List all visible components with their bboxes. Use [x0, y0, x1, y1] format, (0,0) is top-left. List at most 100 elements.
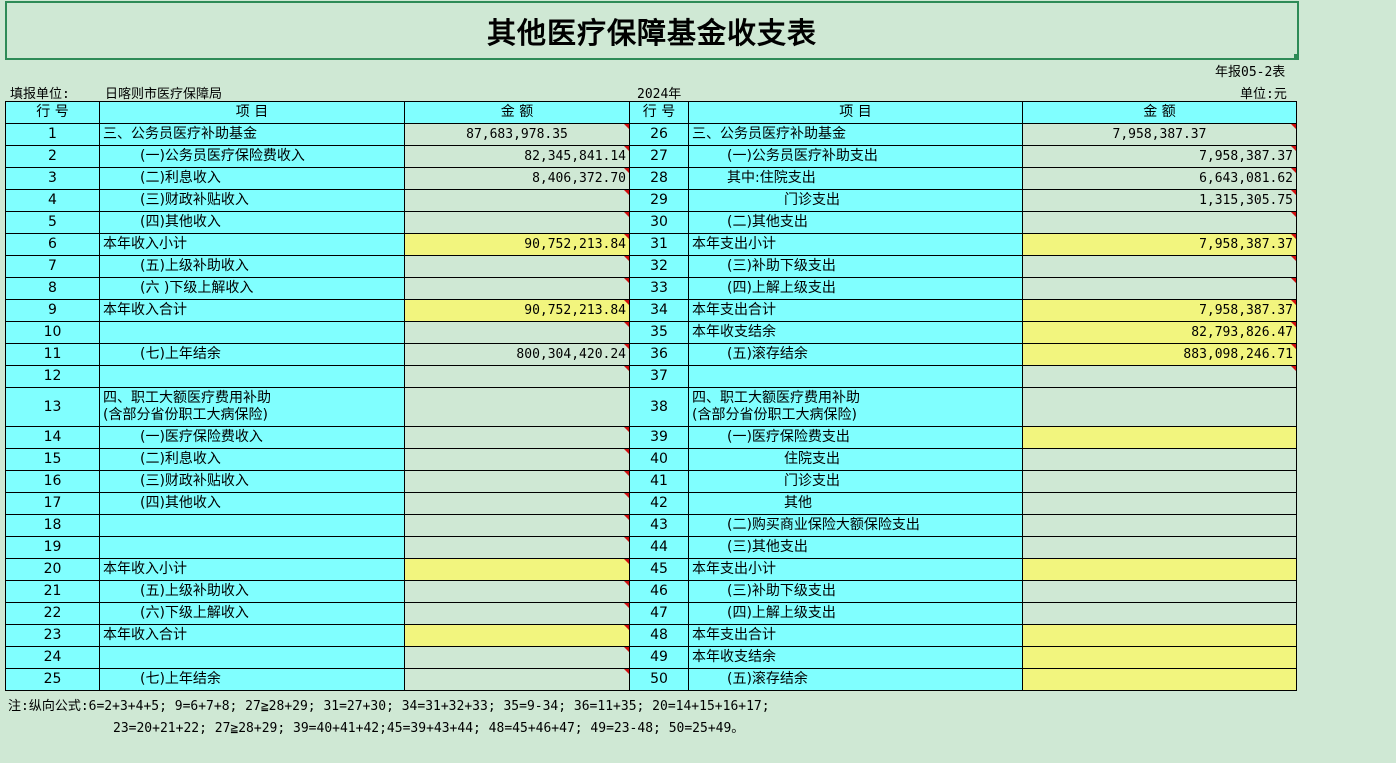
right-line-no-cell[interactable]: 41	[629, 470, 689, 493]
left-line-no-cell[interactable]: 20	[5, 558, 100, 581]
right-item-cell[interactable]: 本年支出合计	[688, 299, 1023, 322]
right-line-no-cell[interactable]: 26	[629, 123, 689, 146]
right-amount-cell[interactable]	[1022, 668, 1297, 691]
right-item-cell[interactable]: 本年支出小计	[688, 233, 1023, 256]
left-amount-cell[interactable]: 8,406,372.70	[404, 167, 630, 190]
right-item-cell[interactable]: 住院支出	[688, 448, 1023, 471]
right-item-cell[interactable]: 其他	[688, 492, 1023, 515]
right-item-cell[interactable]: (四)上解上级支出	[688, 602, 1023, 625]
selection-fill-handle[interactable]	[1294, 54, 1299, 59]
left-item-cell[interactable]: (一)公务员医疗保险费收入	[99, 145, 405, 168]
left-line-no-cell[interactable]: 9	[5, 299, 100, 322]
right-item-cell[interactable]: 门诊支出	[688, 189, 1023, 212]
left-line-no-cell[interactable]: 1	[5, 123, 100, 146]
right-item-cell[interactable]: (二)其他支出	[688, 211, 1023, 234]
left-item-cell[interactable]	[99, 536, 405, 559]
left-item-cell[interactable]: 本年收入小计	[99, 233, 405, 256]
left-amount-cell[interactable]	[404, 536, 630, 559]
left-item-cell[interactable]: (七)上年结余	[99, 668, 405, 691]
right-amount-cell[interactable]	[1022, 277, 1297, 300]
left-amount-cell[interactable]	[404, 470, 630, 493]
left-item-cell[interactable]	[99, 365, 405, 388]
left-amount-cell[interactable]	[404, 646, 630, 669]
right-amount-cell[interactable]: 7,958,387.37	[1022, 299, 1297, 322]
left-line-no-cell[interactable]: 22	[5, 602, 100, 625]
right-item-cell[interactable]: 三、公务员医疗补助基金	[688, 123, 1023, 146]
right-amount-cell[interactable]	[1022, 387, 1297, 427]
left-item-cell[interactable]: (一)医疗保险费收入	[99, 426, 405, 449]
right-item-cell[interactable]: 本年支出小计	[688, 558, 1023, 581]
right-line-no-cell[interactable]: 43	[629, 514, 689, 537]
right-amount-cell[interactable]: 82,793,826.47	[1022, 321, 1297, 344]
left-amount-cell[interactable]	[404, 624, 630, 647]
left-line-no-cell[interactable]: 18	[5, 514, 100, 537]
right-item-cell[interactable]: (三)补助下级支出	[688, 580, 1023, 603]
left-line-no-cell[interactable]: 13	[5, 387, 100, 427]
right-line-no-cell[interactable]: 48	[629, 624, 689, 647]
left-item-cell[interactable]: 本年收入合计	[99, 299, 405, 322]
right-line-no-cell[interactable]: 34	[629, 299, 689, 322]
right-item-cell[interactable]: (五)滚存结余	[688, 343, 1023, 366]
right-line-no-cell[interactable]: 47	[629, 602, 689, 625]
left-line-no-cell[interactable]: 5	[5, 211, 100, 234]
left-item-cell[interactable]: (二)利息收入	[99, 448, 405, 471]
right-item-cell[interactable]: 其中:住院支出	[688, 167, 1023, 190]
right-line-no-cell[interactable]: 31	[629, 233, 689, 256]
left-line-no-cell[interactable]: 6	[5, 233, 100, 256]
right-item-cell[interactable]: (二)购买商业保险大额保险支出	[688, 514, 1023, 537]
right-amount-cell[interactable]	[1022, 624, 1297, 647]
left-amount-cell[interactable]: 90,752,213.84	[404, 299, 630, 322]
left-amount-cell[interactable]	[404, 602, 630, 625]
right-item-cell[interactable]: 本年收支结余	[688, 646, 1023, 669]
right-item-cell[interactable]: (五)滚存结余	[688, 668, 1023, 691]
left-line-no-cell[interactable]: 10	[5, 321, 100, 344]
left-amount-cell[interactable]: 82,345,841.14	[404, 145, 630, 168]
left-item-cell[interactable]: (四)其他收入	[99, 211, 405, 234]
right-amount-cell[interactable]: 1,315,305.75	[1022, 189, 1297, 212]
left-line-no-cell[interactable]: 23	[5, 624, 100, 647]
right-line-no-cell[interactable]: 30	[629, 211, 689, 234]
right-line-no-cell[interactable]: 32	[629, 255, 689, 278]
left-line-no-cell[interactable]: 16	[5, 470, 100, 493]
right-amount-cell[interactable]	[1022, 580, 1297, 603]
left-amount-cell[interactable]	[404, 387, 630, 427]
left-item-cell[interactable]: 本年收入小计	[99, 558, 405, 581]
right-line-no-cell[interactable]: 27	[629, 145, 689, 168]
left-line-no-cell[interactable]: 15	[5, 448, 100, 471]
left-amount-cell[interactable]	[404, 321, 630, 344]
right-amount-cell[interactable]	[1022, 646, 1297, 669]
right-line-no-cell[interactable]: 39	[629, 426, 689, 449]
right-amount-cell[interactable]	[1022, 470, 1297, 493]
left-item-cell[interactable]: (六 )下级上解收入	[99, 277, 405, 300]
left-line-no-cell[interactable]: 7	[5, 255, 100, 278]
left-item-cell[interactable]: (六)下级上解收入	[99, 602, 405, 625]
right-amount-cell[interactable]	[1022, 211, 1297, 234]
right-line-no-cell[interactable]: 44	[629, 536, 689, 559]
left-line-no-cell[interactable]: 25	[5, 668, 100, 691]
right-item-cell[interactable]: 本年支出合计	[688, 624, 1023, 647]
right-item-cell[interactable]: (一)公务员医疗补助支出	[688, 145, 1023, 168]
right-amount-cell[interactable]: 6,643,081.62	[1022, 167, 1297, 190]
left-item-cell[interactable]	[99, 646, 405, 669]
left-line-no-cell[interactable]: 12	[5, 365, 100, 388]
left-item-cell[interactable]: (三)财政补贴收入	[99, 189, 405, 212]
left-amount-cell[interactable]	[404, 255, 630, 278]
left-item-cell[interactable]: (五)上级补助收入	[99, 580, 405, 603]
left-line-no-cell[interactable]: 19	[5, 536, 100, 559]
left-line-no-cell[interactable]: 14	[5, 426, 100, 449]
right-line-no-cell[interactable]: 50	[629, 668, 689, 691]
report-title[interactable]: 其他医疗保障基金收支表	[5, 1, 1299, 60]
right-amount-cell[interactable]: 7,958,387.37	[1022, 145, 1297, 168]
right-amount-cell[interactable]	[1022, 558, 1297, 581]
right-item-cell[interactable]: 四、职工大额医疗费用补助 (含部分省份职工大病保险)	[688, 387, 1023, 427]
right-amount-cell[interactable]	[1022, 514, 1297, 537]
left-item-cell[interactable]: (七)上年结余	[99, 343, 405, 366]
right-amount-cell[interactable]	[1022, 365, 1297, 388]
right-item-cell[interactable]: (三)补助下级支出	[688, 255, 1023, 278]
left-line-no-cell[interactable]: 8	[5, 277, 100, 300]
left-amount-cell[interactable]	[404, 277, 630, 300]
right-item-cell[interactable]: 本年收支结余	[688, 321, 1023, 344]
left-item-cell[interactable]	[99, 514, 405, 537]
left-amount-cell[interactable]: 87,683,978.35	[404, 123, 630, 146]
left-amount-cell[interactable]	[404, 580, 630, 603]
